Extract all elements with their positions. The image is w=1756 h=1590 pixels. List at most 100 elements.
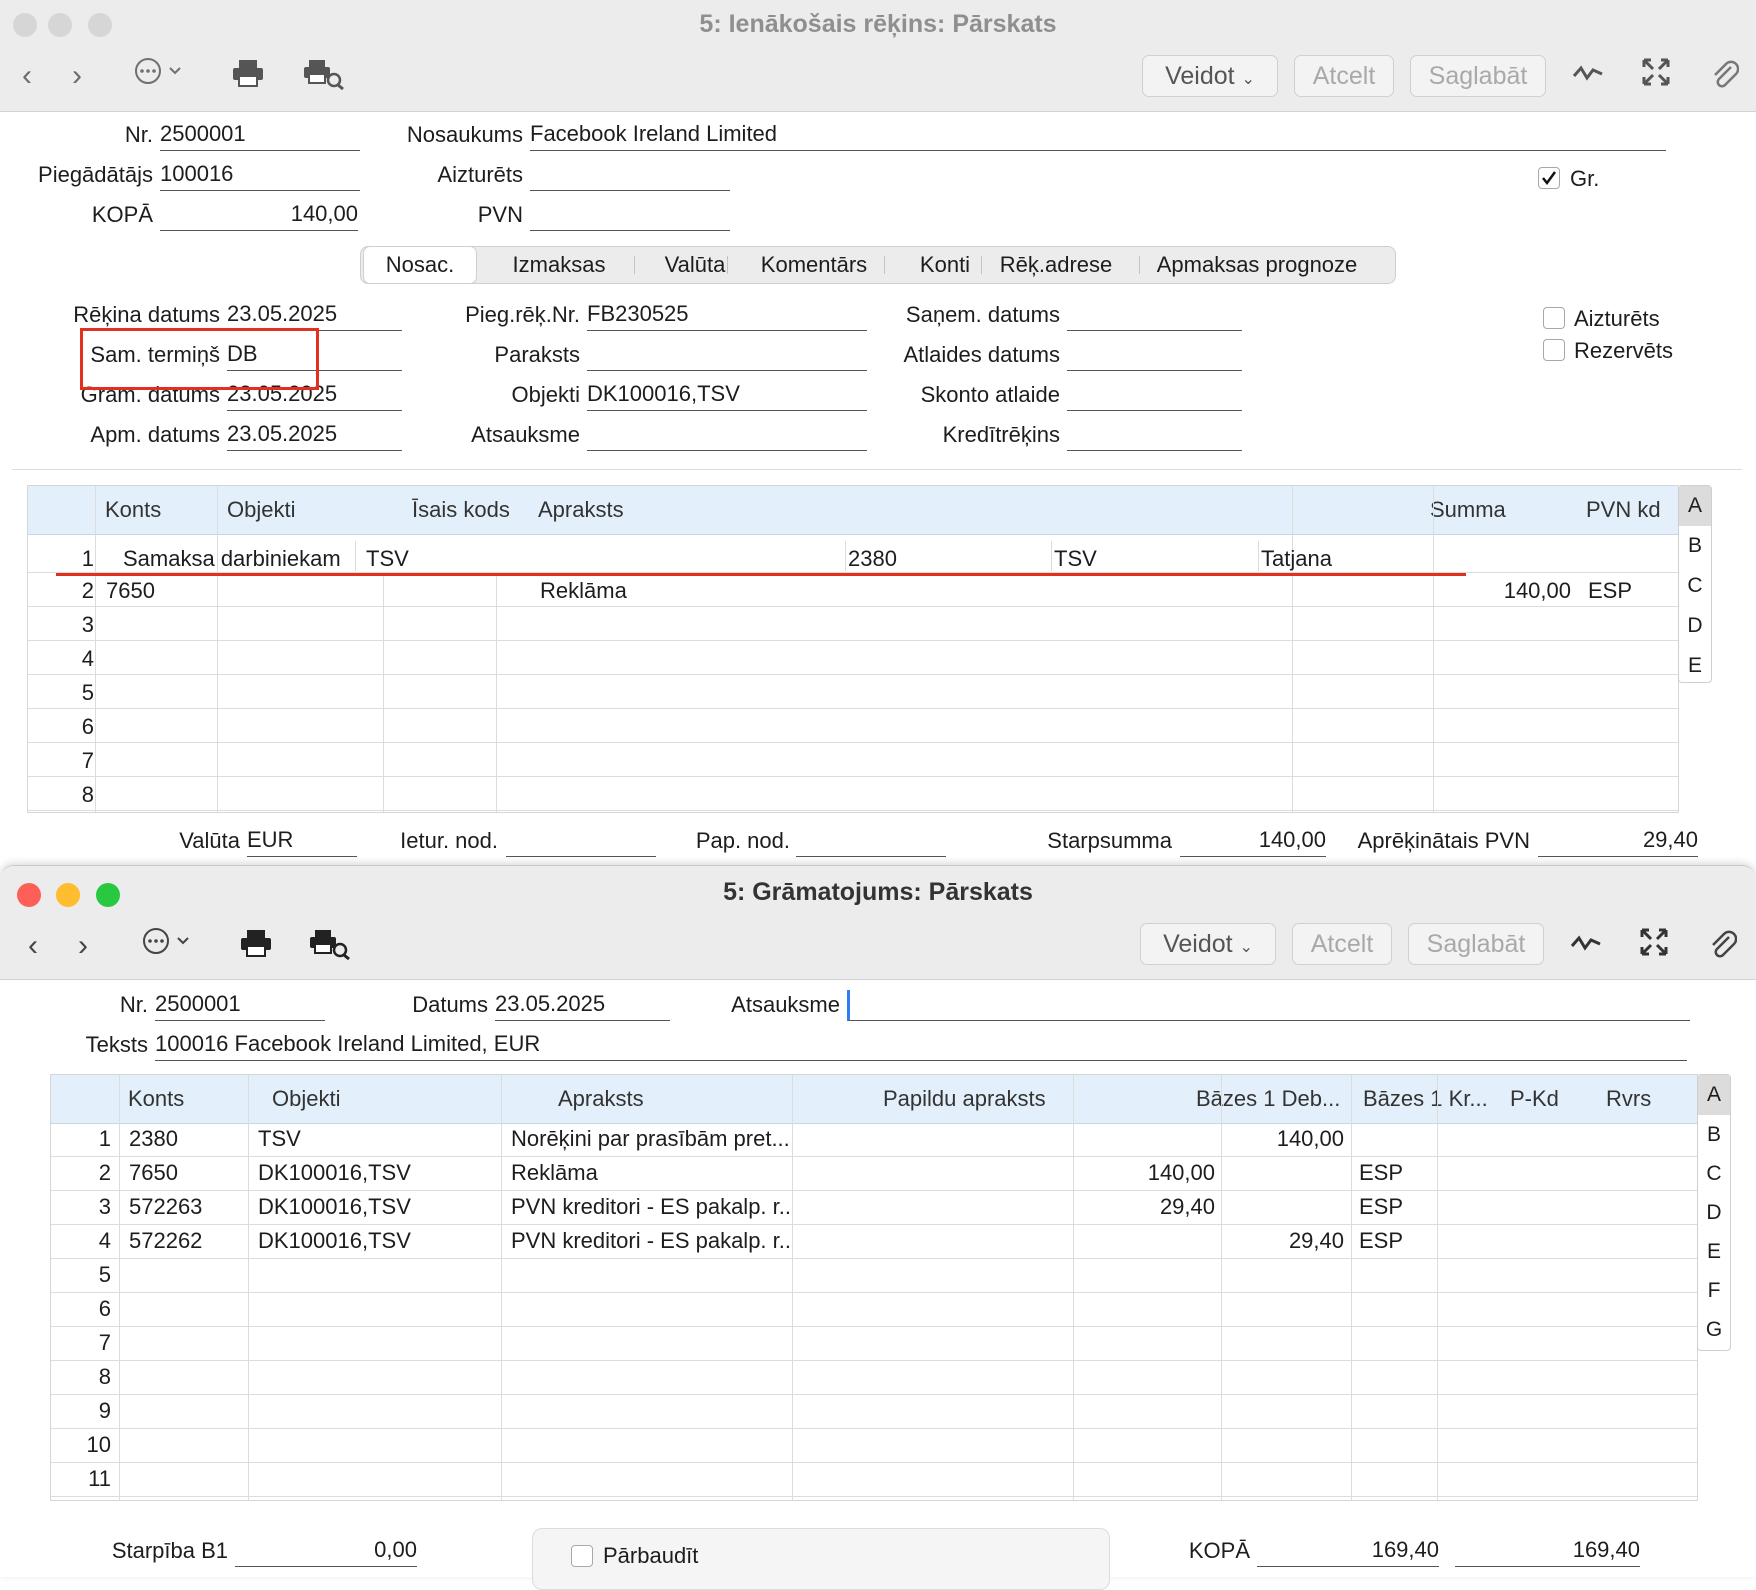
chevron-right-icon[interactable]: › <box>62 56 92 96</box>
pap-field[interactable] <box>796 826 946 857</box>
tab-izmaksas[interactable]: Izmaksas <box>489 247 629 283</box>
col-header-bazes-kredit[interactable]: Bāzes 1 Kr... <box>1356 1075 1503 1123</box>
currency-field[interactable]: EUR <box>247 826 357 857</box>
page-letter-e[interactable]: E <box>1698 1232 1730 1272</box>
page-letter-a[interactable]: A <box>1698 1075 1730 1115</box>
skonto-field[interactable] <box>1067 380 1242 411</box>
held-checkbox[interactable] <box>1543 307 1565 329</box>
col-header-apraksts[interactable]: Apraksts <box>551 1075 878 1123</box>
row1-subcell[interactable]: Tatjana <box>1261 543 1401 575</box>
cell-apraksts[interactable]: Reklāma <box>511 1157 789 1189</box>
discount-date-field[interactable] <box>1067 340 1242 371</box>
check-checkbox[interactable] <box>571 1545 593 1567</box>
col-header-pvn-kd[interactable]: PVN kd <box>1579 486 1681 534</box>
cancel-button[interactable]: Atcelt <box>1294 55 1394 97</box>
posting-lines-grid[interactable]: Konts Objekti Apraksts Papildu apraksts … <box>50 1074 1698 1501</box>
fullscreen-icon[interactable] <box>1638 57 1674 98</box>
signature-field[interactable] <box>587 340 867 371</box>
page-letter-c[interactable]: C <box>1679 566 1711 606</box>
cell-bazes-debet[interactable]: 140,00 <box>1081 1157 1215 1189</box>
cell-konts[interactable]: 7650 <box>129 1157 244 1189</box>
activity-icon[interactable] <box>1568 927 1604 967</box>
cell-objekti[interactable]: DK100016,TSV <box>258 1157 498 1189</box>
row1-subcell[interactable]: TSV <box>1054 543 1154 575</box>
create-menu-button[interactable]: Veidot ⌄ <box>1140 923 1276 965</box>
col-header-p-kd[interactable]: P-Kd <box>1503 1075 1600 1123</box>
save-button[interactable]: Saglabāt <box>1408 923 1544 965</box>
reference-field[interactable] <box>587 420 867 451</box>
col-header-bazes-debet[interactable]: Bāzes 1 Deb... <box>1189 1075 1358 1123</box>
more-menu-icon[interactable] <box>130 56 190 99</box>
cell-apraksts[interactable]: Norēķini par prasībām pret... <box>511 1123 789 1155</box>
reserved-checkbox[interactable] <box>1543 339 1565 361</box>
col-header-apraksts[interactable]: Apraksts <box>531 486 1418 534</box>
cell-apraksts[interactable]: PVN kreditori - ES pakalp. r... <box>511 1191 789 1223</box>
cell-apraksts[interactable]: Reklāma <box>540 575 1240 607</box>
tab-komentars[interactable]: Komentārs <box>739 247 889 283</box>
create-menu-button[interactable]: Veidot ⌄ <box>1142 55 1278 97</box>
col-header-konts[interactable]: Konts <box>121 1075 268 1123</box>
invoice-lines-grid[interactable]: Konts Objekti Īsais kods Apraksts Summa … <box>27 485 1679 813</box>
page-letter-c[interactable]: C <box>1698 1154 1730 1194</box>
name-field[interactable]: Facebook Ireland Limited <box>530 120 1666 151</box>
print-preview-icon[interactable] <box>300 58 348 101</box>
print-icon[interactable] <box>228 58 268 99</box>
cell-apraksts[interactable]: PVN kreditori - ES pakalp. r... <box>511 1225 789 1257</box>
row1-subcell[interactable]: 2380 <box>848 543 968 575</box>
cell-konts[interactable]: 572262 <box>129 1225 244 1257</box>
nr-field[interactable]: 2500001 <box>155 990 325 1021</box>
col-header-summa[interactable]: Summa <box>1423 486 1580 534</box>
tab-nosac[interactable]: Nosac. <box>363 246 477 284</box>
received-date-field[interactable] <box>1067 300 1242 331</box>
cell-bazes-debet[interactable]: 29,40 <box>1081 1191 1215 1223</box>
cell-objekti[interactable]: TSV <box>258 1123 498 1155</box>
chevron-right-icon[interactable]: › <box>68 926 98 966</box>
tab-valuta[interactable]: Valūta <box>639 247 751 283</box>
pay-date-field[interactable]: 23.05.2025 <box>227 420 402 451</box>
supplier-invoice-field[interactable]: FB230525 <box>587 300 867 331</box>
cell-konts[interactable]: 572263 <box>129 1191 244 1223</box>
activity-icon[interactable] <box>1570 57 1606 97</box>
supplier-field[interactable]: 100016 <box>160 160 360 191</box>
row1-subcell[interactable]: Samaksa darbiniekam <box>123 543 373 575</box>
col-header-isais-kods[interactable]: Īsais kods <box>405 486 537 534</box>
vat-field[interactable] <box>530 200 730 231</box>
page-letter-b[interactable]: B <box>1679 526 1711 566</box>
page-letter-a[interactable]: A <box>1679 486 1711 526</box>
date-field[interactable]: 23.05.2025 <box>495 990 670 1021</box>
page-letter-d[interactable]: D <box>1698 1193 1730 1233</box>
paperclip-icon[interactable] <box>1706 57 1742 100</box>
cell-konts[interactable]: 7650 <box>106 575 216 607</box>
page-letter-b[interactable]: B <box>1698 1115 1730 1155</box>
text-field[interactable]: 100016 Facebook Ireland Limited, EUR <box>155 1030 1687 1061</box>
col-header-papildu-apraksts[interactable]: Papildu apraksts <box>876 1075 1188 1123</box>
more-menu-icon[interactable] <box>138 926 198 967</box>
credit-invoice-field[interactable] <box>1067 420 1242 451</box>
nr-field[interactable]: 2500001 <box>160 120 360 151</box>
fullscreen-icon[interactable] <box>1636 927 1672 968</box>
cell-objekti[interactable]: DK100016,TSV <box>258 1225 498 1257</box>
cell-summa[interactable]: 140,00 <box>1423 575 1571 607</box>
print-preview-icon[interactable] <box>306 928 354 971</box>
cell-objekti[interactable]: DK100016,TSV <box>258 1191 498 1223</box>
cell-p-kd[interactable]: ESP <box>1359 1191 1434 1223</box>
cell-bazes-kredit[interactable]: 29,40 <box>1229 1225 1344 1257</box>
page-letter-f[interactable]: F <box>1698 1271 1730 1311</box>
chevron-left-icon[interactable]: ‹ <box>12 56 42 96</box>
page-letter-d[interactable]: D <box>1679 606 1711 646</box>
cell-p-kd[interactable]: ESP <box>1359 1157 1434 1189</box>
tab-apmaksas-prognoze[interactable]: Apmaksas prognoze <box>1139 247 1375 283</box>
invoice-date-field[interactable]: 23.05.2025 <box>227 300 402 331</box>
cell-konts[interactable]: 2380 <box>129 1123 244 1155</box>
cancel-button[interactable]: Atcelt <box>1292 923 1392 965</box>
tab-rek-adrese[interactable]: Rēķ.adrese <box>981 247 1131 283</box>
row1-subcell[interactable]: TSV <box>366 543 446 575</box>
total-field[interactable]: 140,00 <box>160 200 358 231</box>
cell-p-kd[interactable]: ESP <box>1359 1225 1434 1257</box>
col-header-konts[interactable]: Konts <box>98 486 215 534</box>
col-header-rvrs[interactable]: Rvrs <box>1599 1075 1696 1123</box>
chevron-left-icon[interactable]: ‹ <box>18 926 48 966</box>
reference-field[interactable] <box>847 990 1690 1021</box>
col-header-objekti[interactable]: Objekti <box>265 1075 552 1123</box>
page-letter-e[interactable]: E <box>1679 646 1711 686</box>
